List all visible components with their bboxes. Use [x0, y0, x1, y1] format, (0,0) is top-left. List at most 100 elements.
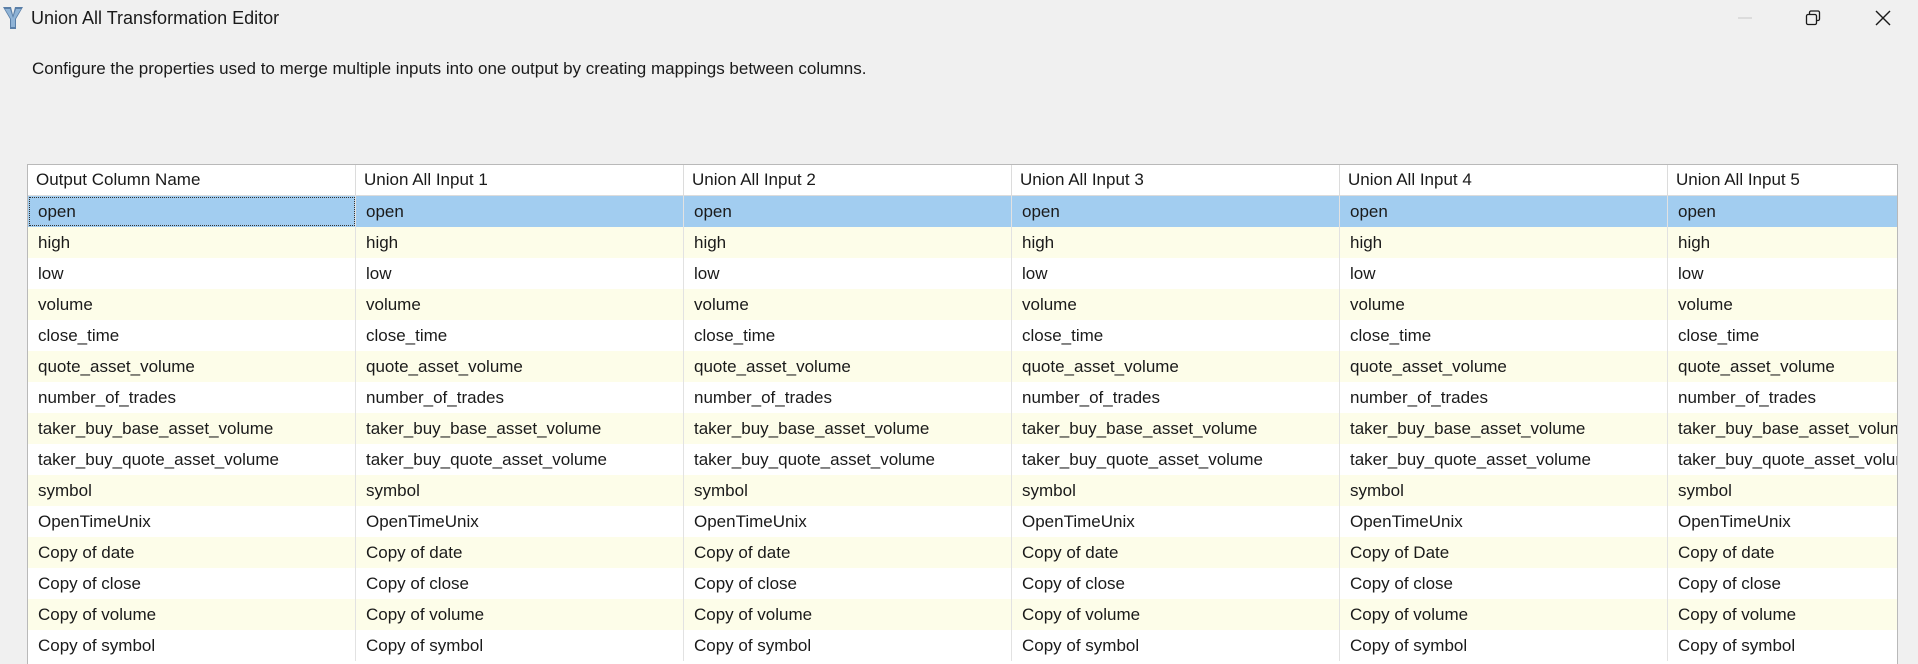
input-column-cell[interactable]: taker_buy_quote_asset_volume	[684, 444, 1012, 475]
input-column-cell[interactable]: high	[1012, 227, 1340, 258]
input-column-cell[interactable]: taker_buy_quote_asset_volume	[1012, 444, 1340, 475]
input-column-cell[interactable]: close_time	[684, 320, 1012, 351]
input-column-cell[interactable]: symbol	[684, 475, 1012, 506]
input-column-cell[interactable]: high	[1668, 227, 1897, 258]
input-column-cell[interactable]: Copy of volume	[684, 599, 1012, 630]
input-column-cell[interactable]: OpenTimeUnix	[1340, 506, 1668, 537]
input-column-cell[interactable]: high	[1340, 227, 1668, 258]
table-row[interactable]: OpenTimeUnix OpenTimeUnix OpenTimeUnix Open…	[28, 506, 1897, 537]
input-column-cell[interactable]: high	[356, 227, 684, 258]
input-column-cell[interactable]: Copy of symbol	[684, 630, 1012, 661]
input-column-cell[interactable]: open	[684, 196, 1012, 227]
output-column-cell[interactable]: OpenTimeUnix	[28, 506, 356, 537]
input-column-cell[interactable]: open	[1012, 196, 1340, 227]
table-row[interactable]: Copy of symbol Copy of symbol Copy of symb…	[28, 630, 1897, 661]
column-header-output[interactable]: Output Column Name	[28, 165, 356, 195]
output-column-cell[interactable]: Copy of date	[28, 537, 356, 568]
input-column-cell[interactable]: Copy of symbol	[1668, 630, 1897, 661]
input-column-cell[interactable]: taker_buy_base_asset_volume	[356, 413, 684, 444]
input-column-cell[interactable]: open	[356, 196, 684, 227]
input-column-cell[interactable]: OpenTimeUnix	[1668, 506, 1897, 537]
input-column-cell[interactable]: close_time	[1668, 320, 1897, 351]
table-row[interactable]: taker_buy_base_asset_volume taker_buy_bas…	[28, 413, 1897, 444]
output-column-cell[interactable]: Copy of symbol	[28, 630, 356, 661]
input-column-cell[interactable]: volume	[1340, 289, 1668, 320]
input-column-cell[interactable]: low	[1012, 258, 1340, 289]
input-column-cell[interactable]: quote_asset_volume	[356, 351, 684, 382]
input-column-cell[interactable]: taker_buy_quote_asset_volume	[1668, 444, 1897, 475]
input-column-cell[interactable]: Copy of close	[1668, 568, 1897, 599]
input-column-cell[interactable]: volume	[1668, 289, 1897, 320]
input-column-cell[interactable]: Copy of volume	[1668, 599, 1897, 630]
column-header-input-4[interactable]: Union All Input 4	[1340, 165, 1668, 195]
output-column-cell[interactable]: taker_buy_base_asset_volume	[28, 413, 356, 444]
restore-button[interactable]	[1778, 0, 1848, 36]
input-column-cell[interactable]: symbol	[1012, 475, 1340, 506]
output-column-cell[interactable]: low	[28, 258, 356, 289]
output-column-cell[interactable]: open	[28, 196, 356, 227]
input-column-cell[interactable]: close_time	[1340, 320, 1668, 351]
table-row[interactable]: quote_asset_volume quote_asset_volume quot…	[28, 351, 1897, 382]
input-column-cell[interactable]: symbol	[1340, 475, 1668, 506]
input-column-cell[interactable]: close_time	[1012, 320, 1340, 351]
output-column-cell[interactable]: symbol	[28, 475, 356, 506]
input-column-cell[interactable]: Copy of close	[356, 568, 684, 599]
input-column-cell[interactable]: low	[684, 258, 1012, 289]
table-row[interactable]: Copy of date Copy of date Copy of date Copy…	[28, 537, 1897, 568]
minimize-button[interactable]	[1710, 0, 1780, 36]
input-column-cell[interactable]: Copy of date	[684, 537, 1012, 568]
input-column-cell[interactable]: open	[1668, 196, 1897, 227]
column-header-input-1[interactable]: Union All Input 1	[356, 165, 684, 195]
input-column-cell[interactable]: Copy of symbol	[356, 630, 684, 661]
close-button[interactable]	[1848, 0, 1918, 36]
input-column-cell[interactable]: Copy of symbol	[1340, 630, 1668, 661]
table-row[interactable]: low low low low low low	[28, 258, 1897, 289]
input-column-cell[interactable]: number_of_trades	[1012, 382, 1340, 413]
output-column-cell[interactable]: Copy of volume	[28, 599, 356, 630]
input-column-cell[interactable]: Copy of volume	[356, 599, 684, 630]
input-column-cell[interactable]: OpenTimeUnix	[1012, 506, 1340, 537]
input-column-cell[interactable]: close_time	[356, 320, 684, 351]
table-row[interactable]: taker_buy_quote_asset_volume taker_buy_qu…	[28, 444, 1897, 475]
input-column-cell[interactable]: quote_asset_volume	[684, 351, 1012, 382]
input-column-cell[interactable]: volume	[684, 289, 1012, 320]
table-row[interactable]: high high high high high high	[28, 227, 1897, 258]
input-column-cell[interactable]: Copy of volume	[1340, 599, 1668, 630]
table-row[interactable]: Copy of volume Copy of volume Copy of volu…	[28, 599, 1897, 630]
table-row[interactable]: open open open open open open	[28, 196, 1897, 227]
input-column-cell[interactable]: quote_asset_volume	[1012, 351, 1340, 382]
output-column-cell[interactable]: number_of_trades	[28, 382, 356, 413]
input-column-cell[interactable]: volume	[1012, 289, 1340, 320]
input-column-cell[interactable]: open	[1340, 196, 1668, 227]
input-column-cell[interactable]: quote_asset_volume	[1340, 351, 1668, 382]
input-column-cell[interactable]: OpenTimeUnix	[356, 506, 684, 537]
input-column-cell[interactable]: taker_buy_base_asset_volume	[1340, 413, 1668, 444]
output-column-cell[interactable]: Copy of close	[28, 568, 356, 599]
input-column-cell[interactable]: high	[684, 227, 1012, 258]
input-column-cell[interactable]: Copy of Date	[1340, 537, 1668, 568]
table-row[interactable]: symbol symbol symbol symbol symbol symbol	[28, 475, 1897, 506]
input-column-cell[interactable]: quote_asset_volume	[1668, 351, 1897, 382]
output-column-cell[interactable]: high	[28, 227, 356, 258]
input-column-cell[interactable]: Copy of close	[684, 568, 1012, 599]
input-column-cell[interactable]: taker_buy_base_asset_volume	[1668, 413, 1897, 444]
column-header-input-5[interactable]: Union All Input 5	[1668, 165, 1897, 195]
input-column-cell[interactable]: number_of_trades	[1340, 382, 1668, 413]
input-column-cell[interactable]: Copy of close	[1012, 568, 1340, 599]
input-column-cell[interactable]: Copy of date	[1668, 537, 1897, 568]
input-column-cell[interactable]: volume	[356, 289, 684, 320]
input-column-cell[interactable]: Copy of date	[356, 537, 684, 568]
input-column-cell[interactable]: low	[1668, 258, 1897, 289]
input-column-cell[interactable]: symbol	[1668, 475, 1897, 506]
output-column-cell[interactable]: taker_buy_quote_asset_volume	[28, 444, 356, 475]
input-column-cell[interactable]: Copy of close	[1340, 568, 1668, 599]
input-column-cell[interactable]: symbol	[356, 475, 684, 506]
column-header-input-2[interactable]: Union All Input 2	[684, 165, 1012, 195]
input-column-cell[interactable]: low	[1340, 258, 1668, 289]
output-column-cell[interactable]: close_time	[28, 320, 356, 351]
output-column-cell[interactable]: volume	[28, 289, 356, 320]
output-column-cell[interactable]: quote_asset_volume	[28, 351, 356, 382]
table-row[interactable]: number_of_trades number_of_trades number_o…	[28, 382, 1897, 413]
input-column-cell[interactable]: number_of_trades	[1668, 382, 1897, 413]
input-column-cell[interactable]: Copy of date	[1012, 537, 1340, 568]
